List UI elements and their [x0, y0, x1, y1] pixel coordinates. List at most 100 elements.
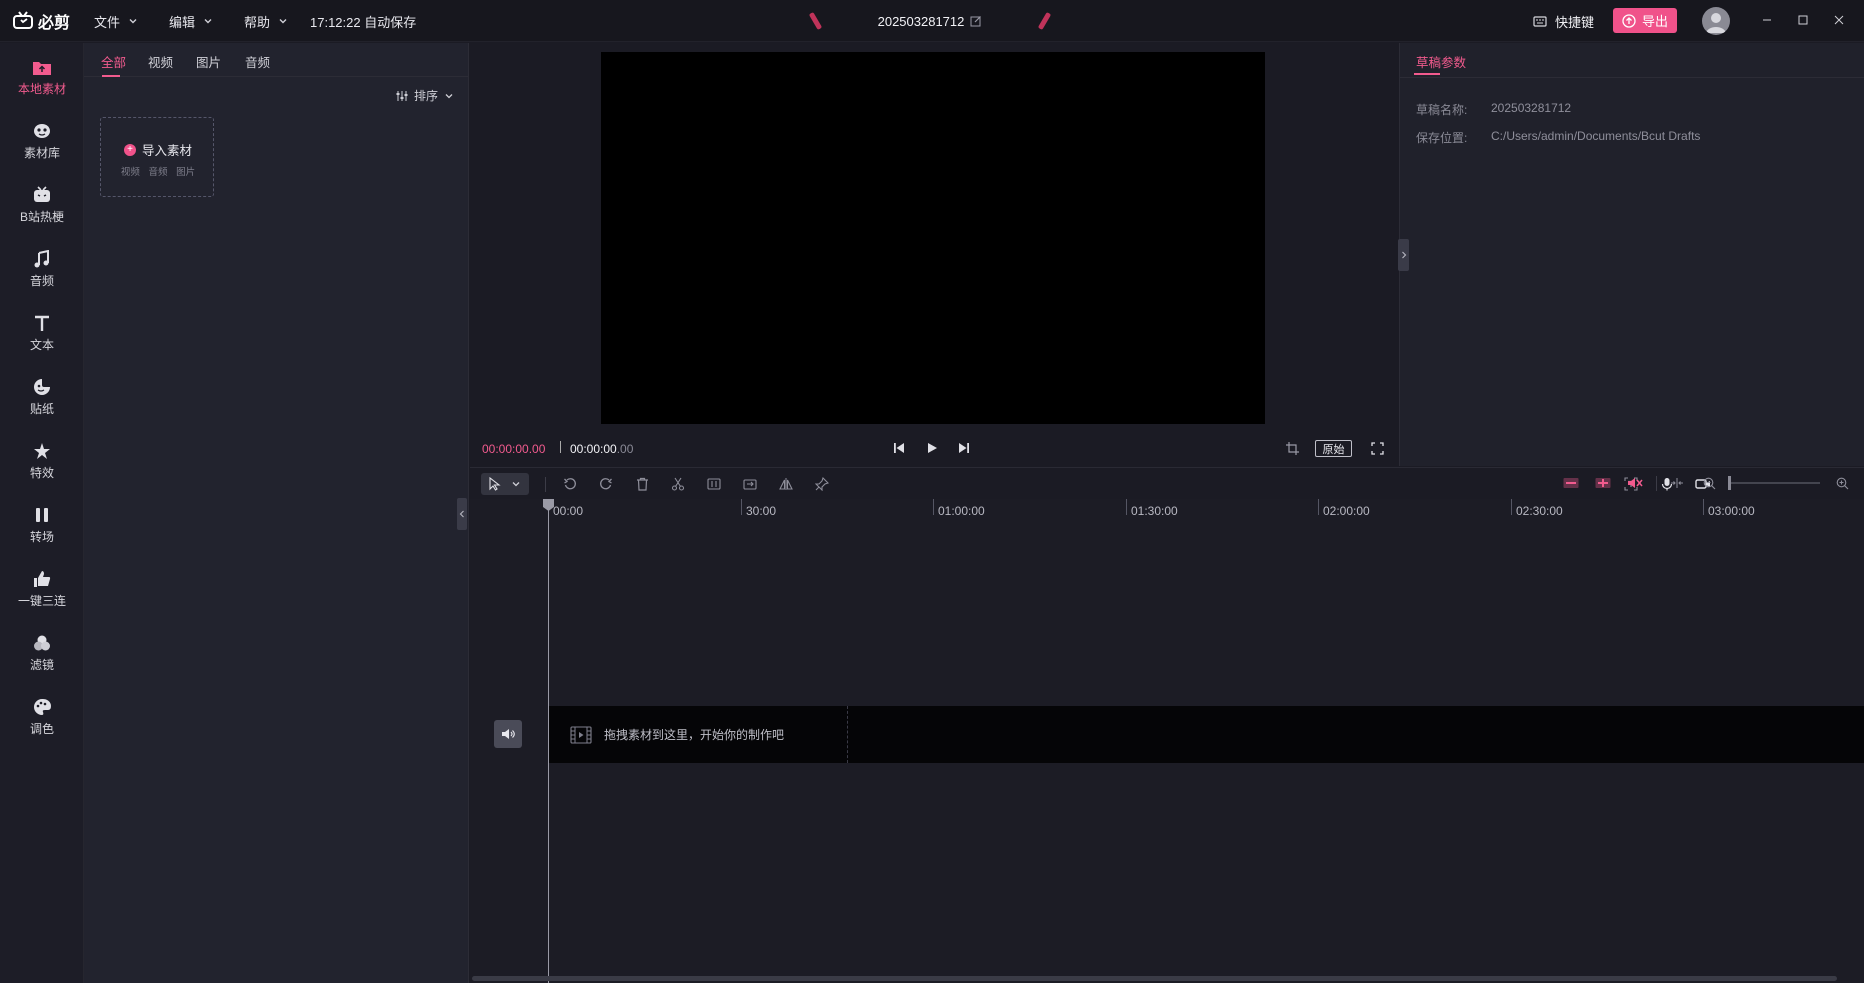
rail-item-bilibili-memes[interactable]: B站热梗 — [0, 177, 84, 233]
ruler-tick — [933, 499, 934, 515]
rail-item-audio[interactable]: 音频 — [0, 241, 84, 297]
collapse-right-panel-handle[interactable] — [1398, 239, 1409, 271]
user-avatar[interactable] — [1702, 7, 1730, 35]
tab-all[interactable]: 全部 — [101, 52, 126, 71]
close-icon — [1834, 15, 1844, 25]
rail-label: 转场 — [29, 529, 54, 544]
shortcut-button[interactable]: 快捷键 — [1533, 10, 1594, 32]
drop-zone[interactable]: 拖拽素材到这里，开始你的制作吧 — [548, 706, 848, 763]
tab-image[interactable]: 图片 — [196, 52, 221, 71]
ruler-tick — [1318, 499, 1319, 515]
fit-timeline-button[interactable] — [1666, 473, 1688, 493]
project-title: 202503281712 — [877, 13, 965, 29]
maximize-button[interactable] — [1789, 8, 1817, 32]
mute-original-button[interactable] — [1624, 473, 1646, 493]
project-title-area: 202503281712 — [800, 10, 1060, 32]
rail-label: 文本 — [29, 337, 54, 352]
toolbar-divider — [545, 477, 546, 492]
maximize-icon — [1798, 15, 1808, 25]
plus-icon: + — [123, 143, 136, 156]
import-media-button[interactable]: + 导入素材 视频 音频 图片 — [100, 117, 214, 197]
chevron-down-icon — [129, 19, 137, 24]
pin-button[interactable] — [811, 474, 833, 494]
ruler-label: 01:30:00 — [1131, 504, 1178, 518]
zoom-slider-knob[interactable] — [1728, 476, 1731, 490]
ruler-tick — [1703, 499, 1704, 515]
ruler-label: 30:00 — [746, 504, 777, 518]
preview-canvas[interactable] — [601, 52, 1265, 424]
edit-pencil-icon[interactable] — [970, 15, 982, 27]
sort-button[interactable]: 排序 — [396, 87, 460, 104]
zoom-out-button[interactable] — [1698, 473, 1720, 493]
bilibili-tv-icon — [34, 185, 50, 202]
import-types: 视频 音频 图片 — [101, 164, 215, 178]
preview-area: 00:00:00.00 00:00:00.00 原始 — [470, 43, 1399, 466]
drop-hint: 拖拽素材到这里，开始你的制作吧 — [604, 728, 785, 742]
play-button[interactable] — [922, 439, 942, 457]
freeze-frame-button[interactable] — [703, 474, 725, 494]
menu-help[interactable]: 帮助 — [244, 11, 288, 31]
main-track-magnet-button[interactable] — [1560, 473, 1582, 493]
rail-item-color-grading[interactable]: 调色 — [0, 689, 84, 745]
rail-item-sticker[interactable]: 贴纸 — [0, 369, 84, 425]
param-row-location: 保存位置: C:/Users/admin/Documents/Bcut Draf… — [1416, 129, 1700, 146]
shortcut-label: 快捷键 — [1555, 14, 1595, 30]
time-separator — [560, 441, 561, 453]
minimize-icon — [1763, 19, 1771, 21]
export-label: 导出 — [1641, 14, 1668, 29]
rail-item-transition[interactable]: 转场 — [0, 497, 84, 553]
aspect-original-button[interactable]: 原始 — [1315, 440, 1352, 457]
rail-item-triple-like[interactable]: 一键三连 — [0, 561, 84, 617]
crop-button[interactable] — [1282, 439, 1302, 457]
main-video-track[interactable]: 拖拽素材到这里，开始你的制作吧 — [548, 706, 1864, 763]
ruler-tick — [741, 499, 742, 515]
rail-item-local-media[interactable]: 本地素材 — [0, 49, 84, 105]
tab-audio[interactable]: 音频 — [245, 52, 270, 71]
tab-draft-params[interactable]: 草稿参数 — [1416, 52, 1466, 71]
rail-item-text[interactable]: 文本 — [0, 305, 84, 361]
rail-item-effects[interactable]: 特效 — [0, 433, 84, 489]
rail-item-filter[interactable]: 滤镜 — [0, 625, 84, 681]
menu-file[interactable]: 文件 — [94, 11, 138, 31]
track-audio-toggle[interactable] — [494, 720, 522, 748]
rail-label: 滤镜 — [29, 657, 54, 672]
tab-video[interactable]: 视频 — [148, 52, 173, 71]
fullscreen-button[interactable] — [1367, 439, 1387, 457]
playhead-handle[interactable] — [543, 499, 554, 511]
prev-frame-button[interactable] — [889, 439, 909, 457]
menu-edit-label: 编辑 — [169, 14, 196, 30]
redo-button[interactable] — [595, 474, 617, 494]
split-button[interactable] — [667, 474, 689, 494]
ruler-label: 03:00:00 — [1708, 504, 1755, 518]
menu-help-label: 帮助 — [244, 14, 271, 30]
sticker-icon — [34, 378, 50, 395]
next-frame-button[interactable] — [954, 439, 974, 457]
timeline-area[interactable]: 00:00 30:00 01:00:00 01:30:00 02:00:00 0… — [470, 499, 1864, 983]
select-tool-button[interactable] — [481, 473, 529, 495]
rail-item-material-library[interactable]: 素材库 — [0, 113, 84, 169]
ruler-label: 01:00:00 — [938, 504, 985, 518]
mirror-button[interactable] — [775, 474, 797, 494]
delete-button[interactable] — [631, 474, 653, 494]
minimize-button[interactable] — [1753, 8, 1781, 32]
app-logo: 必剪 — [12, 9, 70, 33]
trash-icon — [636, 477, 648, 491]
zoom-in-button[interactable] — [1831, 473, 1853, 493]
param-key: 草稿名称: — [1416, 103, 1468, 117]
transition-icon — [36, 507, 48, 522]
time-ruler[interactable]: 00:00 30:00 01:00:00 01:30:00 02:00:00 0… — [470, 499, 1864, 521]
close-button[interactable] — [1825, 8, 1853, 32]
replace-button[interactable] — [739, 474, 761, 494]
draft-params-panel: 草稿参数 草稿名称: 202503281712 保存位置: C:/Users/a… — [1399, 43, 1864, 466]
export-button[interactable]: 导出 — [1613, 8, 1677, 33]
menu-edit[interactable]: 编辑 — [169, 11, 213, 31]
timeline-horizontal-scrollbar[interactable] — [472, 976, 1837, 981]
linkage-button[interactable] — [1592, 473, 1614, 493]
ruler-label: 02:00:00 — [1323, 504, 1370, 518]
upload-icon — [1622, 13, 1636, 28]
undo-button[interactable] — [559, 474, 581, 494]
scissors-icon — [671, 477, 685, 491]
film-clip-icon — [570, 725, 592, 744]
zoom-slider[interactable] — [1728, 482, 1820, 484]
collapse-media-panel-handle[interactable] — [457, 498, 467, 530]
